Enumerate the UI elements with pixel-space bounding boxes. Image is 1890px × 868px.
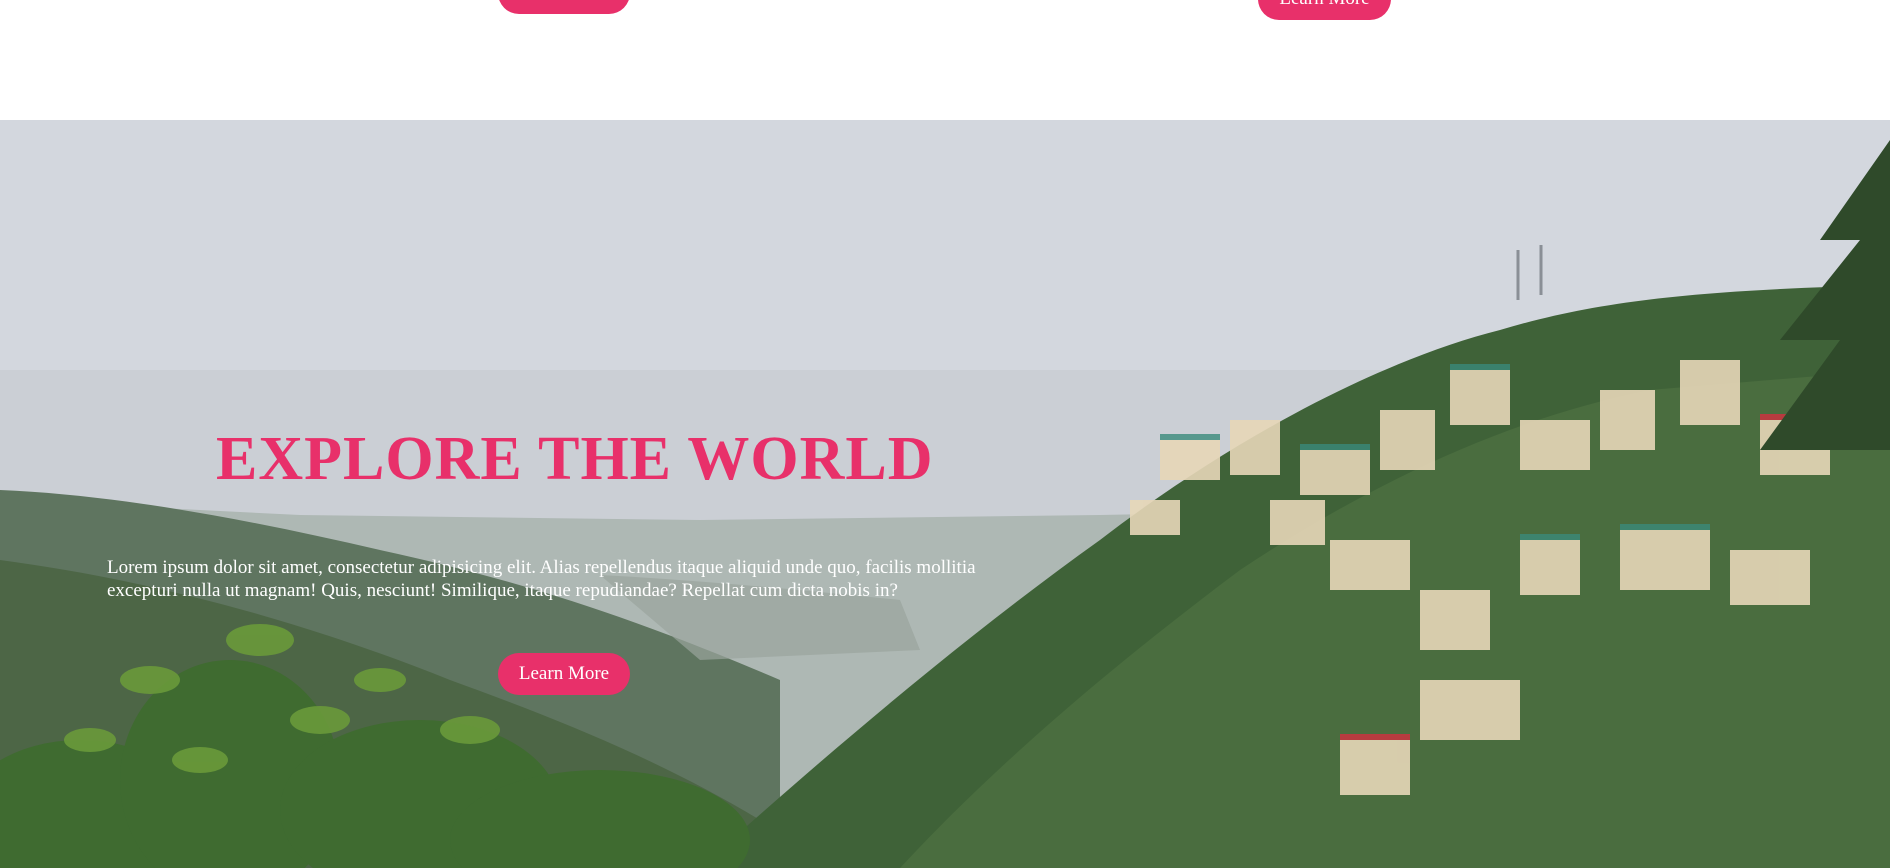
hero-section: EXPLORE THE WORLD Lorem ipsum dolor sit … <box>0 120 1890 868</box>
learn-more-button[interactable]: Learn More <box>1258 0 1391 20</box>
hero-description: Lorem ipsum dolor sit amet, consectetur … <box>107 557 976 601</box>
hero-title: EXPLORE THE WORLD <box>216 425 934 493</box>
learn-more-button[interactable]: Learn More <box>498 653 630 695</box>
learn-more-button[interactable]: Learn More <box>498 0 630 14</box>
previous-section: Learn More Learn More <box>0 0 1890 120</box>
page: Learn More Learn More <box>0 0 1890 868</box>
